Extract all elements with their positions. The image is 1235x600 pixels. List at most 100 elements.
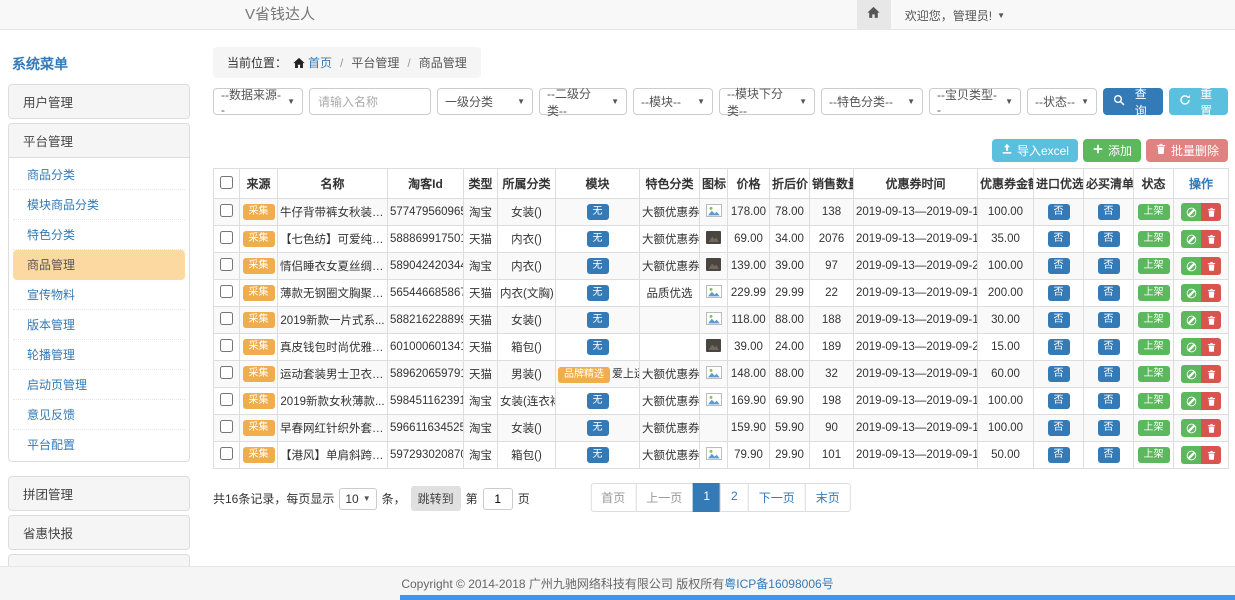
module-badge[interactable]: 无 xyxy=(587,447,609,463)
must-buy-toggle[interactable]: 否 xyxy=(1098,393,1120,409)
status-badge[interactable]: 上架 xyxy=(1138,258,1170,274)
module-badge[interactable]: 无 xyxy=(587,231,609,247)
name-search-input[interactable] xyxy=(309,88,431,115)
module-badge[interactable]: 无 xyxy=(587,339,609,355)
select-all-checkbox[interactable] xyxy=(220,176,233,189)
row-checkbox[interactable] xyxy=(220,339,233,352)
page-number-input[interactable] xyxy=(483,488,513,510)
jump-button[interactable]: 跳转到 xyxy=(411,486,461,511)
status-badge[interactable]: 上架 xyxy=(1138,366,1170,382)
row-checkbox[interactable] xyxy=(220,231,233,244)
delete-button[interactable] xyxy=(1201,257,1221,275)
edit-button[interactable] xyxy=(1181,446,1201,464)
must-buy-toggle[interactable]: 否 xyxy=(1098,285,1120,301)
sidebar-item[interactable]: 启动页管理 xyxy=(13,370,185,400)
pager-button-1[interactable]: 1 xyxy=(692,483,721,512)
edit-button[interactable] xyxy=(1181,338,1201,356)
filter-select[interactable]: --数据来源--▼ xyxy=(213,88,303,115)
delete-button[interactable] xyxy=(1201,419,1221,437)
sidebar-item[interactable]: 商品分类 xyxy=(13,160,185,190)
filter-select[interactable]: --模块--▼ xyxy=(633,88,713,115)
sidebar-panel[interactable]: 用户管理 xyxy=(8,84,190,119)
search-button[interactable]: 查询 xyxy=(1103,88,1163,115)
delete-button[interactable] xyxy=(1201,446,1221,464)
must-buy-toggle[interactable]: 否 xyxy=(1098,420,1120,436)
edit-button[interactable] xyxy=(1181,203,1201,221)
sidebar-item[interactable]: 特色分类 xyxy=(13,220,185,250)
filter-select[interactable]: --宝贝类型--▼ xyxy=(929,88,1021,115)
sidebar-item[interactable]: 轮播管理 xyxy=(13,340,185,370)
filter-select[interactable]: --模块下分类--▼ xyxy=(719,88,815,115)
import-excel-button[interactable]: 导入excel xyxy=(992,139,1078,162)
pager-button-末页[interactable]: 末页 xyxy=(805,483,851,512)
filter-select[interactable]: --特色分类--▼ xyxy=(821,88,923,115)
sidebar-item[interactable]: 商品管理 xyxy=(13,250,185,280)
status-badge[interactable]: 上架 xyxy=(1138,204,1170,220)
batch-delete-button[interactable]: 批量删除 xyxy=(1146,139,1228,162)
module-badge[interactable]: 无 xyxy=(587,420,609,436)
filter-select[interactable]: --状态--▼ xyxy=(1027,88,1097,115)
status-badge[interactable]: 上架 xyxy=(1138,285,1170,301)
per-page-select[interactable]: 10 ▼ xyxy=(339,488,376,510)
breadcrumb-home-link[interactable]: 首页 xyxy=(308,54,332,71)
pager-button-2[interactable]: 2 xyxy=(720,483,749,512)
edit-button[interactable] xyxy=(1181,419,1201,437)
edit-button[interactable] xyxy=(1181,284,1201,302)
status-badge[interactable]: 上架 xyxy=(1138,339,1170,355)
sidebar-panel[interactable]: 省惠快报 xyxy=(8,515,190,550)
module-badge[interactable]: 品牌精选 xyxy=(558,367,610,383)
status-badge[interactable]: 上架 xyxy=(1138,393,1170,409)
delete-button[interactable] xyxy=(1201,230,1221,248)
sidebar-item[interactable]: 模块商品分类 xyxy=(13,190,185,220)
import-optional-toggle[interactable]: 否 xyxy=(1048,312,1070,328)
edit-button[interactable] xyxy=(1181,392,1201,410)
edit-button[interactable] xyxy=(1181,230,1201,248)
status-badge[interactable]: 上架 xyxy=(1138,447,1170,463)
sidebar-item[interactable]: 平台配置 xyxy=(13,430,185,459)
add-button[interactable]: 添加 xyxy=(1083,139,1141,162)
icp-link[interactable]: 粤ICP备16098006号 xyxy=(724,577,833,591)
sidebar-panel[interactable]: 平台管理 xyxy=(8,123,190,158)
delete-button[interactable] xyxy=(1201,392,1221,410)
row-checkbox[interactable] xyxy=(220,312,233,325)
must-buy-toggle[interactable]: 否 xyxy=(1098,258,1120,274)
status-badge[interactable]: 上架 xyxy=(1138,231,1170,247)
row-checkbox[interactable] xyxy=(220,420,233,433)
module-badge[interactable]: 无 xyxy=(587,285,609,301)
delete-button[interactable] xyxy=(1201,203,1221,221)
import-optional-toggle[interactable]: 否 xyxy=(1048,204,1070,220)
row-checkbox[interactable] xyxy=(220,285,233,298)
row-checkbox[interactable] xyxy=(220,393,233,406)
row-checkbox[interactable] xyxy=(220,366,233,379)
pager-button-首页[interactable]: 首页 xyxy=(590,483,636,512)
filter-select[interactable]: --二级分类--▼ xyxy=(539,88,627,115)
import-optional-toggle[interactable]: 否 xyxy=(1048,366,1070,382)
import-optional-toggle[interactable]: 否 xyxy=(1048,258,1070,274)
row-checkbox[interactable] xyxy=(220,258,233,271)
row-checkbox[interactable] xyxy=(220,204,233,217)
module-badge[interactable]: 无 xyxy=(587,258,609,274)
status-badge[interactable]: 上架 xyxy=(1138,420,1170,436)
module-badge[interactable]: 无 xyxy=(587,204,609,220)
row-checkbox[interactable] xyxy=(220,447,233,460)
must-buy-toggle[interactable]: 否 xyxy=(1098,339,1120,355)
reset-button[interactable]: 重置 xyxy=(1169,88,1229,115)
delete-button[interactable] xyxy=(1201,338,1221,356)
module-badge[interactable]: 无 xyxy=(587,312,609,328)
must-buy-toggle[interactable]: 否 xyxy=(1098,447,1120,463)
import-optional-toggle[interactable]: 否 xyxy=(1048,339,1070,355)
pager-button-下一页[interactable]: 下一页 xyxy=(748,483,806,512)
sidebar-panel[interactable]: 拼团管理 xyxy=(8,476,190,511)
must-buy-toggle[interactable]: 否 xyxy=(1098,366,1120,382)
must-buy-toggle[interactable]: 否 xyxy=(1098,231,1120,247)
must-buy-toggle[interactable]: 否 xyxy=(1098,312,1120,328)
import-optional-toggle[interactable]: 否 xyxy=(1048,285,1070,301)
filter-select[interactable]: 一级分类▼ xyxy=(437,88,533,115)
delete-button[interactable] xyxy=(1201,311,1221,329)
module-badge[interactable]: 无 xyxy=(587,393,609,409)
status-badge[interactable]: 上架 xyxy=(1138,312,1170,328)
import-optional-toggle[interactable]: 否 xyxy=(1048,447,1070,463)
home-button[interactable] xyxy=(857,0,891,30)
edit-button[interactable] xyxy=(1181,257,1201,275)
sidebar-item[interactable]: 版本管理 xyxy=(13,310,185,340)
